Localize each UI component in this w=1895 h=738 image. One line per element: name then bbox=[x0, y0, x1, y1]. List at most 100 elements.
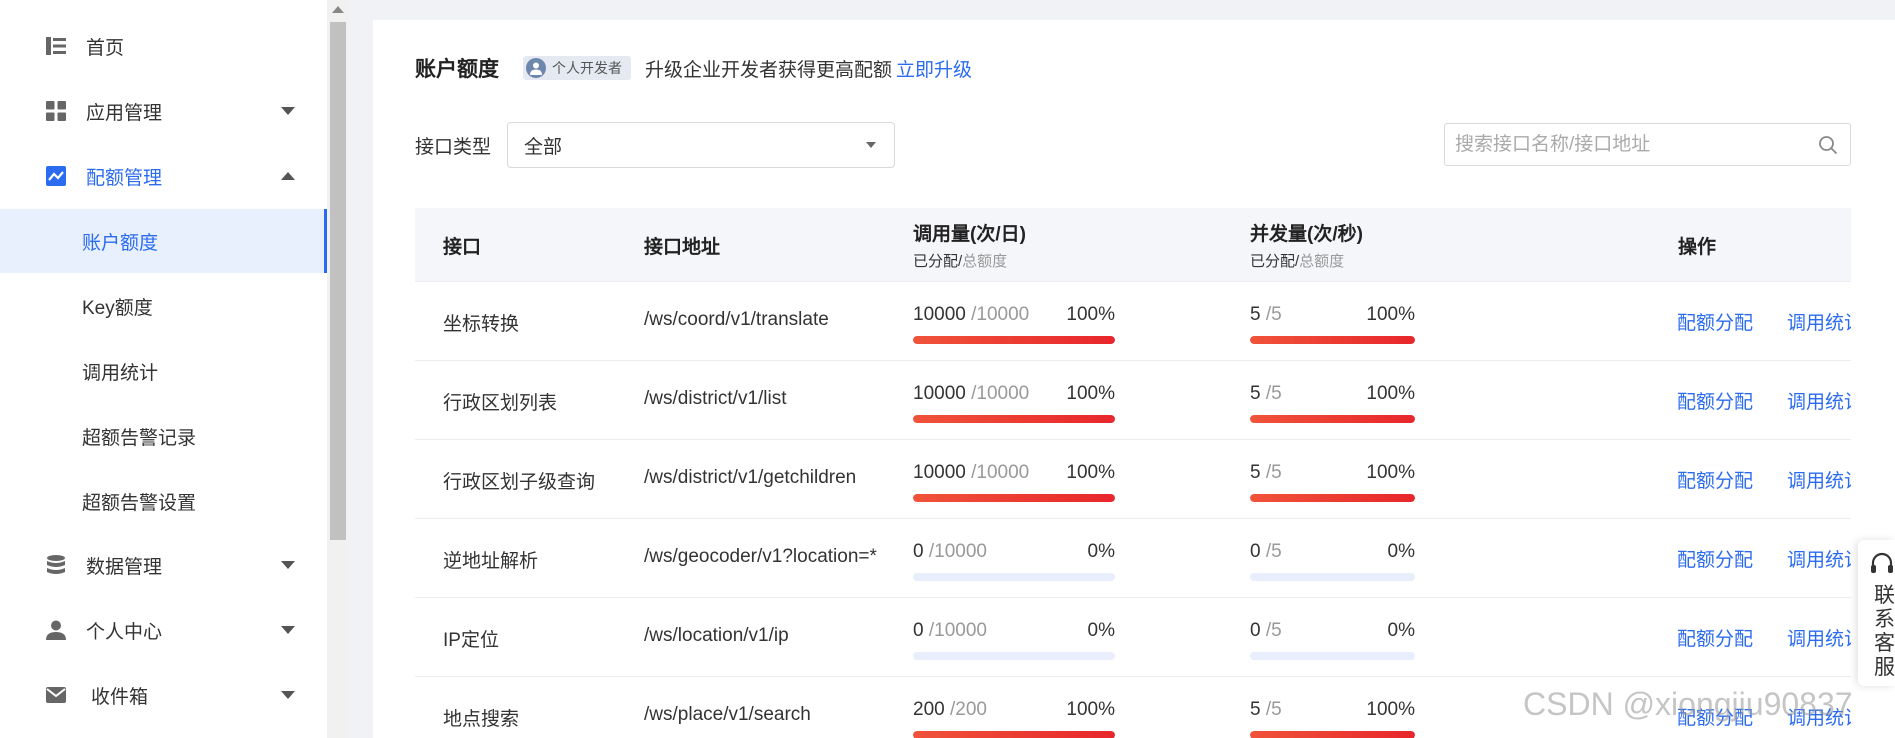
column-subheader-concurrency: 已分配/总额度 bbox=[1250, 253, 1345, 270]
sidebar-item-label: 配额管理 bbox=[86, 167, 163, 189]
concurrency-progress-bar bbox=[1250, 494, 1415, 502]
search-box bbox=[1444, 123, 1851, 166]
chevron-down-icon bbox=[281, 691, 295, 699]
developer-badge: 个人开发者 bbox=[523, 56, 631, 80]
call-stats-link[interactable]: 调用统计 bbox=[1787, 387, 1851, 414]
api-type-label: 接口类型 bbox=[415, 137, 492, 158]
concurrency-percent: 100% bbox=[1366, 462, 1415, 483]
column-header-ops: 操作 bbox=[1678, 237, 1717, 258]
table-row: 地点搜索/ws/place/v1/search 200 /200 100% 5 /5 1… bbox=[415, 677, 1851, 738]
table-row: 坐标转换/ws/coord/v1/translate 10000 /10000 10… bbox=[415, 282, 1851, 361]
calls-progress-bar bbox=[913, 731, 1115, 738]
concurrency-progress-bar bbox=[1250, 336, 1415, 344]
chevron-down-icon bbox=[281, 107, 295, 115]
concurrency-progress-bar bbox=[1250, 731, 1415, 738]
column-header-address: 接口地址 bbox=[644, 237, 721, 258]
calls-percent: 0% bbox=[1087, 620, 1115, 641]
calls-percent: 100% bbox=[1066, 462, 1115, 483]
sidebar-item-profile[interactable]: 个人中心 bbox=[0, 598, 327, 662]
developer-badge-label: 个人开发者 bbox=[552, 60, 622, 76]
call-stats-link[interactable]: 调用统计 bbox=[1787, 466, 1851, 493]
concurrency-value: 5 /5 bbox=[1250, 383, 1282, 404]
concurrency-value: 0 /5 bbox=[1250, 620, 1282, 641]
sidebar-item-label: 个人中心 bbox=[86, 621, 163, 643]
sidebar-item-label: 数据管理 bbox=[86, 556, 163, 578]
search-input[interactable] bbox=[1455, 124, 1805, 165]
sidebar-subitem-key-quota[interactable]: Key额度 bbox=[0, 274, 327, 338]
sidebar-subitem-call-stats[interactable]: 调用统计 bbox=[0, 339, 327, 403]
calls-value: 10000 /10000 bbox=[913, 304, 1030, 325]
sidebar-item-quota[interactable]: 配额管理 bbox=[0, 144, 327, 208]
search-icon[interactable] bbox=[1818, 135, 1838, 155]
api-name: 地点搜索 bbox=[443, 709, 520, 730]
quota-allocate-link[interactable]: 配额分配 bbox=[1677, 308, 1753, 335]
upgrade-text: 升级企业开发者获得更高配额 bbox=[645, 59, 893, 81]
call-stats-link[interactable]: 调用统计 bbox=[1787, 308, 1851, 335]
quota-allocate-link[interactable]: 配额分配 bbox=[1677, 387, 1753, 414]
column-header-concurrency: 并发量(次/秒) bbox=[1250, 224, 1363, 245]
concurrency-progress-bar bbox=[1250, 573, 1415, 581]
column-header-api: 接口 bbox=[443, 237, 482, 258]
concurrency-progress-bar bbox=[1250, 415, 1415, 423]
quota-allocate-link[interactable]: 配额分配 bbox=[1677, 466, 1753, 493]
table-header: 接口 接口地址 调用量(次/日) 已分配/总额度 并发量(次/秒) 已分配/总额… bbox=[415, 208, 1851, 282]
sidebar-item-label: 首页 bbox=[86, 37, 125, 59]
chevron-down-icon bbox=[281, 561, 295, 569]
upgrade-link[interactable]: 立即升级 bbox=[896, 55, 972, 82]
api-address: /ws/coord/v1/translate bbox=[644, 309, 829, 330]
sidebar-subitem-alert-records[interactable]: 超额告警记录 bbox=[0, 404, 327, 468]
column-subheader-calls: 已分配/总额度 bbox=[913, 253, 1008, 270]
calls-progress-bar bbox=[913, 494, 1115, 502]
scroll-thumb[interactable] bbox=[330, 22, 346, 540]
concurrency-percent: 100% bbox=[1366, 383, 1415, 404]
concurrency-value: 0 /5 bbox=[1250, 541, 1282, 562]
sidebar-item-data[interactable]: 数据管理 bbox=[0, 533, 327, 597]
api-name: 坐标转换 bbox=[443, 314, 520, 335]
sidebar-subitem-account-quota[interactable]: 账户额度 bbox=[0, 209, 327, 273]
calls-value: 10000 /10000 bbox=[913, 383, 1030, 404]
concurrency-value: 5 /5 bbox=[1250, 304, 1282, 325]
concurrency-progress-bar bbox=[1250, 652, 1415, 660]
sidebar-item-label: 应用管理 bbox=[86, 102, 163, 124]
quota-allocate-link[interactable]: 配额分配 bbox=[1677, 703, 1753, 730]
table-row: 行政区划列表/ws/district/v1/list 10000 /10000 10… bbox=[415, 361, 1851, 440]
concurrency-value: 5 /5 bbox=[1250, 699, 1282, 720]
grid-icon bbox=[46, 101, 66, 121]
concurrency-percent: 0% bbox=[1387, 541, 1415, 562]
calls-value: 10000 /10000 bbox=[913, 462, 1030, 483]
api-name: 行政区划子级查询 bbox=[443, 472, 596, 493]
sidebar-scrollbar[interactable] bbox=[327, 0, 349, 738]
user-icon bbox=[46, 620, 66, 640]
chevron-up-icon bbox=[281, 172, 295, 180]
sidebar-subitem-alert-settings[interactable]: 超额告警设置 bbox=[0, 469, 327, 533]
customer-service-tab[interactable]: 联系客服 bbox=[1858, 540, 1895, 686]
title-row: 账户额度 个人开发者 升级企业开发者获得更高配额 立即升级 bbox=[415, 52, 972, 84]
developer-avatar-icon bbox=[526, 58, 546, 78]
calls-progress-bar bbox=[913, 336, 1115, 344]
api-address: /ws/geocoder/v1?location=* bbox=[644, 546, 877, 567]
database-icon bbox=[46, 555, 66, 575]
concurrency-percent: 100% bbox=[1366, 304, 1415, 325]
api-type-selected-value: 全部 bbox=[524, 136, 563, 158]
call-stats-link[interactable]: 调用统计 bbox=[1787, 703, 1851, 730]
api-address: /ws/location/v1/ip bbox=[644, 625, 789, 646]
scroll-up-arrow-icon[interactable] bbox=[332, 6, 344, 13]
mail-icon bbox=[46, 685, 66, 705]
sidebar-item-home[interactable]: 首页 bbox=[0, 14, 327, 78]
sidebar-item-apps[interactable]: 应用管理 bbox=[0, 79, 327, 143]
home-list-icon bbox=[46, 36, 66, 56]
quota-allocate-link[interactable]: 配额分配 bbox=[1677, 545, 1753, 572]
chevron-down-icon bbox=[281, 626, 295, 634]
call-stats-link[interactable]: 调用统计 bbox=[1787, 624, 1851, 651]
table-row: 逆地址解析/ws/geocoder/v1?location=* 0 /10000 0… bbox=[415, 519, 1851, 598]
api-address: /ws/district/v1/getchildren bbox=[644, 467, 857, 488]
concurrency-value: 5 /5 bbox=[1250, 462, 1282, 483]
caret-down-icon bbox=[866, 142, 876, 148]
calls-value: 200 /200 bbox=[913, 699, 987, 720]
sidebar-item-inbox[interactable]: 收件箱 bbox=[0, 663, 327, 727]
call-stats-link[interactable]: 调用统计 bbox=[1787, 545, 1851, 572]
api-type-select[interactable]: 全部 bbox=[507, 122, 895, 168]
calls-progress-bar bbox=[913, 415, 1115, 423]
quota-allocate-link[interactable]: 配额分配 bbox=[1677, 624, 1753, 651]
table-row: IP定位/ws/location/v1/ip 0 /10000 0% 0 /5 0% 配额… bbox=[415, 598, 1851, 677]
